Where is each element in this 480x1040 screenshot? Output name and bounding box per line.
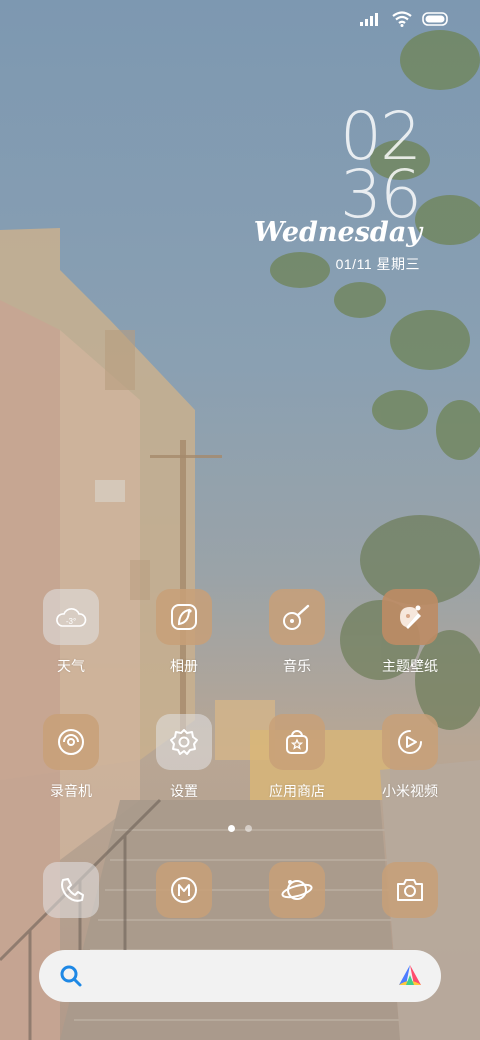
- battery-icon: [422, 11, 450, 31]
- dock-browser[interactable]: [241, 862, 353, 918]
- search-icon: [59, 964, 83, 993]
- assistant-icon[interactable]: [397, 963, 423, 994]
- app-themes[interactable]: 主题壁纸: [354, 589, 466, 675]
- themes-icon: [382, 589, 438, 645]
- app-store-icon: [269, 714, 325, 770]
- video-icon: [382, 714, 438, 770]
- app-music[interactable]: 音乐: [241, 589, 353, 675]
- app-label: 音乐: [283, 658, 311, 674]
- camera-icon: [382, 862, 438, 918]
- app-store[interactable]: 应用商店: [241, 714, 353, 800]
- app-gallery[interactable]: 相册: [128, 589, 240, 675]
- app-label: 天气: [57, 658, 85, 674]
- recorder-icon: [43, 714, 99, 770]
- page-dot[interactable]: [245, 825, 252, 832]
- page-dot[interactable]: [228, 825, 235, 832]
- browser-icon: [269, 862, 325, 918]
- clock-widget[interactable]: 02 36 Wednesday 01/11 星期三: [220, 104, 422, 274]
- app-settings[interactable]: 设置: [128, 714, 240, 800]
- status-bar: [360, 10, 450, 32]
- phone-icon: [43, 862, 99, 918]
- app-label: 相册: [170, 658, 198, 674]
- search-bar[interactable]: [39, 950, 441, 1002]
- clock-weekday: Wednesday: [253, 217, 422, 248]
- app-label: 主题壁纸: [382, 658, 438, 674]
- page-indicator[interactable]: [0, 825, 480, 832]
- clock-date: 01/11 星期三: [335, 256, 420, 272]
- app-recorder[interactable]: 录音机: [15, 714, 127, 800]
- music-icon: [269, 589, 325, 645]
- clock-minute: 36: [340, 156, 422, 233]
- wifi-icon: [392, 10, 412, 32]
- settings-gear-icon: [156, 714, 212, 770]
- gallery-icon: [156, 589, 212, 645]
- weather-icon: -3°: [43, 589, 99, 645]
- weather-temp-badge: -3°: [65, 616, 77, 626]
- app-label: 设置: [170, 783, 198, 799]
- dock-camera[interactable]: [354, 862, 466, 918]
- dock-phone[interactable]: [15, 862, 127, 918]
- app-video[interactable]: 小米视频: [354, 714, 466, 800]
- app-label: 小米视频: [382, 783, 438, 799]
- app-label: 应用商店: [269, 783, 325, 799]
- messages-icon: [156, 862, 212, 918]
- app-weather[interactable]: -3° 天气: [15, 589, 127, 675]
- signal-icon: [360, 12, 382, 31]
- app-label: 录音机: [50, 783, 92, 799]
- dock-messages[interactable]: [128, 862, 240, 918]
